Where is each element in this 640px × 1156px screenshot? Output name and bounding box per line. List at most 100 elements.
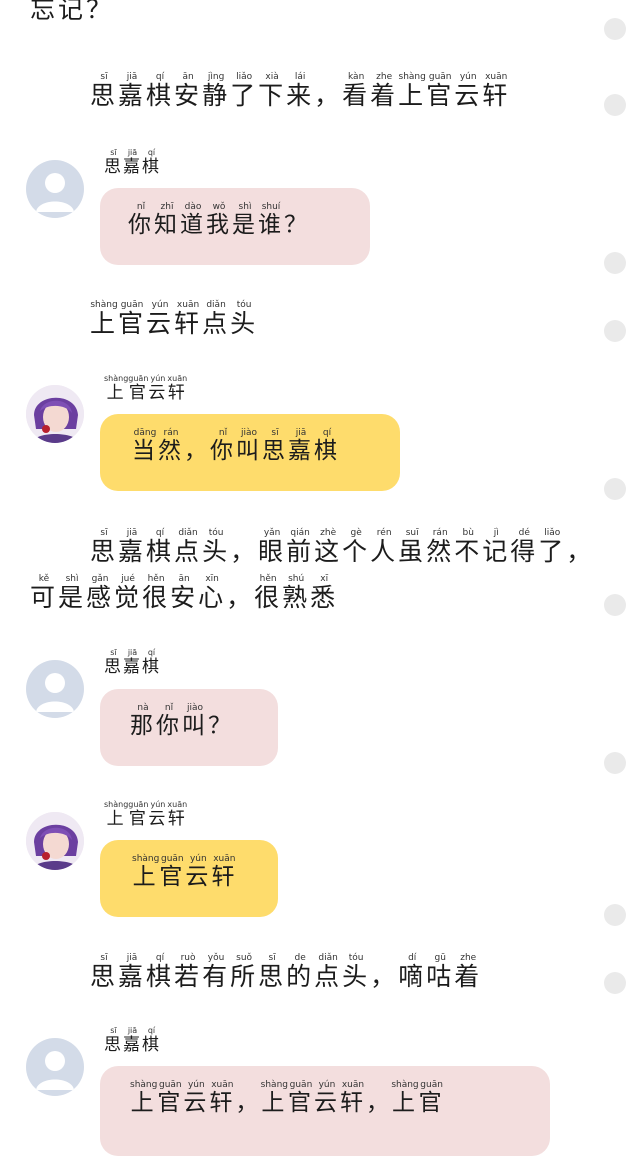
- hanzi-with-pinyin: 上shàng: [104, 800, 129, 829]
- hanzi-with-pinyin: 当dāng: [132, 428, 158, 464]
- ruby-text: 上shàng官guān云yún轩xuān: [104, 800, 188, 829]
- hanzi-with-pinyin: 静jìng: [202, 72, 231, 110]
- hanzi-with-pinyin: 云yún: [183, 1080, 210, 1116]
- avatar[interactable]: [26, 160, 84, 218]
- hanzi-with-pinyin: 官guān: [287, 1080, 314, 1116]
- hanzi-with-pinyin: 点diǎn: [174, 528, 203, 566]
- hanzi-with-pinyin: 思sī: [262, 428, 288, 464]
- narration-line: 思sī嘉jiā棋qí若ruò有yǒu所suǒ思sī的de点diǎn头tóu，嘀d…: [90, 953, 482, 1000]
- person-silhouette-icon: [36, 673, 74, 712]
- ruby-text: 思sī嘉jiā棋qí若ruò有yǒu所suǒ思sī的de点diǎn头tóu，嘀d…: [90, 953, 483, 991]
- hanzi-with-pinyin: 你nǐ: [128, 202, 154, 238]
- hanzi-with-pinyin: 上shàng: [391, 1080, 419, 1116]
- ruby-text: 上shàng官guān云yún轩xuān: [104, 374, 187, 403]
- message-text: 当dāng然rán，你nǐ叫jiào思sī嘉jiā棋qí: [132, 428, 340, 473]
- narration-line: 思sī嘉jiā棋qí安ān静jìng了liǎo下xià来lái，看kàn着zhe…: [90, 72, 510, 119]
- hanzi-with-pinyin: 安ān: [170, 574, 199, 612]
- scroll-dot: [604, 478, 626, 500]
- ruby-text: 那nà你nǐ叫jiào？: [130, 703, 234, 739]
- hanzi-with-pinyin: 咕gū: [426, 953, 455, 991]
- hanzi-with-pinyin: 轩xuān: [211, 854, 238, 890]
- hanzi-with-pinyin: 下xià: [258, 72, 287, 110]
- avatar[interactable]: [26, 660, 84, 718]
- scroll-dot: [604, 594, 626, 616]
- message-bubble[interactable]: 那nà你nǐ叫jiào？: [100, 689, 278, 766]
- hanzi-with-pinyin: 谁shuí: [258, 202, 284, 238]
- hanzi-with-pinyin: 棋qí: [146, 528, 175, 566]
- hanzi-with-pinyin: 上shàng: [130, 1080, 158, 1116]
- avatar[interactable]: [26, 385, 84, 443]
- hanzi-with-pinyin: 官guān: [128, 800, 149, 829]
- hanzi-with-pinyin: 上shàng: [398, 72, 427, 110]
- hanzi-with-pinyin: 轩xuān: [167, 800, 188, 829]
- person-silhouette-icon: [36, 173, 74, 212]
- hanzi-with-pinyin: 是shì: [58, 574, 87, 612]
- hanzi-with-pinyin: 点diǎn: [202, 300, 231, 338]
- hanzi-with-pinyin: 前qián: [286, 528, 315, 566]
- hanzi-with-pinyin: 是shì: [232, 202, 258, 238]
- hanzi-with-pinyin: 人rén: [370, 528, 399, 566]
- ruby-text: 忘wàng记jì？: [30, 0, 114, 24]
- ruby-text: 上shàng官guān云yún轩xuān，上shàng官guān云yún轩xuā…: [130, 1080, 445, 1116]
- sender-name: 思sī嘉jiā棋qí: [104, 1026, 161, 1060]
- avatar[interactable]: [26, 812, 84, 870]
- hanzi-with-pinyin: 棋qí: [146, 953, 175, 991]
- hanzi-with-pinyin: 有yǒu: [202, 953, 231, 991]
- hanzi-with-pinyin: 那nà: [130, 703, 156, 739]
- hanzi-with-pinyin: 轩xuān: [209, 1080, 236, 1116]
- hanzi-with-pinyin: 思sī: [258, 953, 287, 991]
- ruby-text: 上shàng官guān云yún轩xuān点diǎn头tóu: [90, 300, 258, 338]
- scroll-dot: [604, 94, 626, 116]
- hanzi-with-pinyin: 云yún: [313, 1080, 340, 1116]
- ruby-text: 思sī嘉jiā棋qí: [104, 148, 161, 177]
- hanzi-with-pinyin: 得dé: [510, 528, 539, 566]
- hanzi-with-pinyin: 嘉jiā: [118, 72, 147, 110]
- message-bubble[interactable]: 上shàng官guān云yún轩xuān: [100, 840, 278, 917]
- hanzi-with-pinyin: 上shàng: [132, 854, 160, 890]
- hanzi-with-pinyin: 云yún: [148, 800, 168, 829]
- ruby-text: 思sī嘉jiā棋qí: [104, 648, 161, 677]
- hanzi-with-pinyin: 了liǎo: [538, 528, 567, 566]
- hanzi-with-pinyin: 官guān: [157, 1080, 184, 1116]
- hanzi-with-pinyin: 心xīn: [198, 574, 227, 612]
- message-text: 上shàng官guān云yún轩xuān，上shàng官guān云yún轩xuā…: [130, 1080, 445, 1125]
- hanzi-with-pinyin: 可kě: [30, 574, 59, 612]
- hanzi-with-pinyin: 所suǒ: [230, 953, 259, 991]
- hanzi-with-pinyin: 轩xuān: [482, 72, 511, 110]
- hanzi-with-pinyin: 着zhe: [454, 953, 483, 991]
- hanzi-with-pinyin: 思sī: [104, 1026, 123, 1055]
- hanzi-with-pinyin: 上shàng: [90, 300, 119, 338]
- hanzi-with-pinyin: 悉xī: [310, 574, 339, 612]
- narration-line: 忘wàng记jì？: [30, 0, 114, 33]
- hanzi-with-pinyin: 道dào: [180, 202, 206, 238]
- hanzi-with-pinyin: 着zhe: [370, 72, 399, 110]
- message-bubble[interactable]: 你nǐ知zhī道dào我wǒ是shì谁shuí？: [100, 188, 370, 265]
- hanzi-with-pinyin: 棋qí: [314, 428, 340, 464]
- hanzi-with-pinyin: 嘀dí: [398, 953, 427, 991]
- sender-name: 上shàng官guān云yún轩xuān: [104, 800, 187, 834]
- scroll-dot: [604, 904, 626, 926]
- message-text: 上shàng官guān云yún轩xuān: [132, 854, 237, 899]
- message-text: 那nà你nǐ叫jiào？: [130, 703, 234, 748]
- hanzi-with-pinyin: 嘉jiā: [123, 648, 142, 677]
- hanzi-with-pinyin: 云yún: [146, 300, 175, 338]
- message-bubble[interactable]: 当dāng然rán，你nǐ叫jiào思sī嘉jiā棋qí: [100, 414, 400, 491]
- person-silhouette-icon: [36, 1051, 74, 1090]
- hanzi-with-pinyin: 嘉jiā: [123, 1026, 142, 1055]
- sender-name: 思sī嘉jiā棋qí: [104, 648, 161, 682]
- hanzi-with-pinyin: 思sī: [90, 528, 119, 566]
- hanzi-with-pinyin: 你nǐ: [156, 703, 182, 739]
- ruby-text: 当dāng然rán，你nǐ叫jiào思sī嘉jiā棋qí: [132, 428, 340, 464]
- avatar[interactable]: [26, 1038, 84, 1096]
- hanzi-with-pinyin: 思sī: [90, 72, 119, 110]
- hanzi-with-pinyin: 看kàn: [342, 72, 371, 110]
- hanzi-with-pinyin: 棋qí: [142, 648, 161, 677]
- scroll-dot: [604, 752, 626, 774]
- narration-paragraph: 思sī嘉jiā棋qí点diǎn头tóu，眼yǎn前qián这zhè个gè人rén…: [30, 528, 610, 621]
- hanzi-with-pinyin: 轩xuān: [339, 1080, 366, 1116]
- scroll-dot: [604, 972, 626, 994]
- message-bubble[interactable]: 上shàng官guān云yún轩xuān，上shàng官guān云yún轩xuā…: [100, 1066, 550, 1156]
- hanzi-with-pinyin: 然rán: [158, 428, 184, 464]
- hanzi-with-pinyin: 然rán: [426, 528, 455, 566]
- hanzi-with-pinyin: 知zhī: [154, 202, 180, 238]
